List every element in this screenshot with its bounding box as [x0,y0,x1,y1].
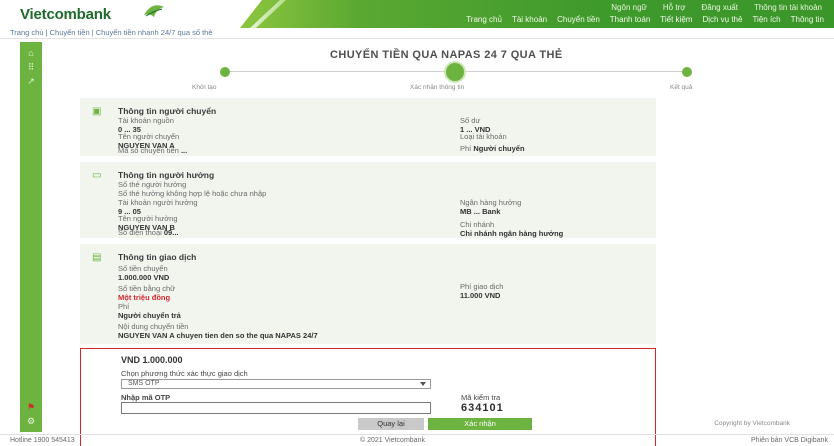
user-icon: ▣ [92,106,102,117]
receiver-bank-field: Ngân hàng hưởng MB ... Bank [460,198,522,216]
step-2-dot-active [446,63,464,81]
settings-icon[interactable]: ⚙ [25,416,37,426]
step-1-dot [220,67,230,77]
nav-item[interactable]: Chuyển tiền [557,15,600,24]
top-link[interactable]: Thông tin tài khoản [754,3,822,12]
verification-box: VND 1.000.000 Chọn phương thức xác thực … [80,348,656,446]
fee-type-field: Phí Người chuyển trả [118,302,181,320]
captcha-code: 634101 [461,402,504,414]
verify-amount: VND 1.000.000 [121,355,183,365]
auth-method-select[interactable]: SMS OTP [121,379,431,389]
amount-words-field: Số tiền bằng chữ Một triệu đồng [118,284,176,302]
nav-item[interactable]: Trang chủ [466,15,502,24]
section-title: Thông tin người chuyển [118,106,217,116]
arrow-icon[interactable]: ↗ [25,76,37,86]
leaf-logo-icon [144,5,164,17]
step-2-label: Xác nhận thông tin [410,84,465,91]
hotline[interactable]: Hotline 1900 545413 [10,435,75,446]
otp-input[interactable] [121,402,431,414]
sender-section: ▣ Thông tin người chuyển Tài khoản nguồn… [80,98,656,156]
breadcrumb[interactable]: Trang chủ | Chuyển tiền | Chuyển tiền nh… [0,28,834,39]
nav-item[interactable]: Thanh toán [610,15,650,24]
chevron-down-icon[interactable] [420,382,426,386]
section-title: Thông tin người hưởng [118,170,215,180]
flag-icon[interactable]: ⚑ [25,402,37,412]
receiver-card-field: Số thẻ người hưởng Số thẻ hưởng không hợp… [118,180,267,198]
version: Phiên bản VCB Digibank [750,437,828,444]
sidebar: ⌂ ⠿ ↗ ⚑ ⚙ [20,42,42,432]
nav-item[interactable]: Tiện ích [752,15,780,24]
top-links: Ngôn ngữ Hỗ trợ Đăng xuất Thông tin tài … [611,3,822,12]
nav-item[interactable]: Dịch vụ thẻ [702,15,742,24]
transfer-code-field: Mã số chuyển tiền ... [118,146,188,155]
fee-payer-field: Phí Người chuyển [460,144,525,153]
captcha-label: Mã kiểm tra [461,393,501,402]
confirm-button[interactable]: Xác nhận [428,418,532,430]
section-title: Thông tin giao dịch [118,252,197,262]
step-1-label: Khởi tạo [192,84,217,91]
main-nav: Trang chủ Tài khoản Chuyển tiền Thanh to… [466,15,824,24]
header: Vietcombank Ngôn ngữ Hỗ trợ Đăng xuất Th… [0,0,834,28]
auth-method-value: SMS OTP [128,380,160,387]
auth-method-label: Chọn phương thức xác thực giao dịch [121,369,248,378]
card-icon: ▭ [92,170,102,181]
fee-field: Phí giao dịch 11.000 VND [460,282,504,300]
receiver-section: ▭ Thông tin người hưởng Số thẻ người hưở… [80,162,656,238]
phone-field: Số điện thoại 09... [118,228,179,237]
top-link[interactable]: Hỗ trợ [663,3,686,12]
account-type-field: Loại tài khoản [460,132,507,141]
back-button[interactable]: Quay lại [358,418,424,430]
step-3-dot [682,67,692,77]
page-title: CHUYỂN TIỀN QUA NAPAS 24 7 QUA THẺ [330,49,563,61]
otp-label: Nhập mã OTP [121,393,171,402]
money-icon: ▤ [92,252,102,263]
copyright: Copyright by Vietcombank [714,420,790,427]
content-field: Nội dung chuyển tiền NGUYEN VAN A chuyen … [118,322,318,340]
top-link[interactable]: Ngôn ngữ [611,3,647,12]
transaction-section: ▤ Thông tin giao dịch Số tiền chuyển 1.00… [80,244,656,344]
nav-item[interactable]: Tài khoản [512,15,547,24]
amount-field: Số tiền chuyển 1.000.000 VND [118,264,170,282]
top-link[interactable]: Đăng xuất [701,3,737,12]
step-3-label: Kết quả [670,84,693,91]
nav-item[interactable]: Tiết kiệm [660,15,692,24]
vietcombank-logo[interactable]: Vietcombank [20,6,111,23]
footer-center: © 2021 Vietcombank [360,437,425,444]
footer: Hotline 1900 545413 © 2021 Vietcombank P… [0,434,834,446]
branch-field: Chi nhánh Chi nhánh ngân hàng hưởng [460,220,564,238]
nav-item[interactable]: Thông tin [791,15,824,24]
grid-icon[interactable]: ⠿ [25,62,37,72]
home-icon[interactable]: ⌂ [25,48,37,58]
